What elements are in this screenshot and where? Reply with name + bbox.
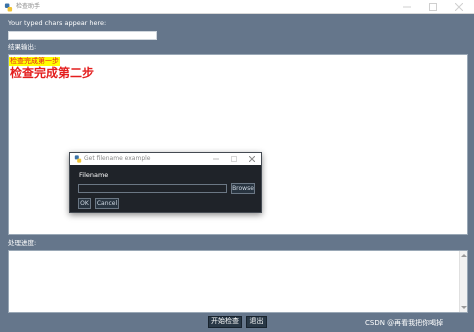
- dialog-minimize-button[interactable]: [207, 153, 225, 165]
- python-icon: [4, 3, 13, 12]
- typed-chars-label: Your typed chars appear here:: [8, 19, 107, 27]
- window-title: 检查助手: [16, 3, 41, 10]
- dialog-close-button[interactable]: [243, 153, 261, 165]
- typed-chars-input[interactable]: [8, 31, 157, 40]
- dialog-title: Get filename example: [84, 155, 151, 162]
- scroll-up-icon[interactable]: [461, 254, 467, 257]
- maximize-button[interactable]: [420, 0, 446, 14]
- filename-input[interactable]: [78, 184, 227, 193]
- dialog-maximize-button[interactable]: [225, 153, 243, 165]
- python-icon: [74, 155, 82, 163]
- output-line-large: 检查完成第二步: [10, 66, 95, 80]
- exit-button[interactable]: 退出: [246, 316, 267, 328]
- minimize-button[interactable]: [394, 0, 420, 14]
- close-icon: [249, 156, 255, 162]
- start-check-button[interactable]: 开始检查: [208, 316, 242, 328]
- filename-label: Filename: [79, 171, 109, 179]
- minimize-icon: [213, 158, 219, 160]
- browse-button[interactable]: Browse: [231, 183, 255, 194]
- csdn-watermark: CSDN @再看我把你喝掉: [365, 319, 444, 327]
- maximize-icon: [429, 3, 437, 11]
- scroll-down-icon[interactable]: [461, 306, 467, 309]
- get-filename-dialog: Get filename example Filename Browse OK …: [69, 152, 262, 213]
- result-output-label: 结果输出:: [8, 43, 37, 51]
- close-icon: [455, 3, 463, 11]
- cancel-button[interactable]: Cancel: [95, 198, 119, 209]
- progress-output-area[interactable]: [8, 250, 468, 313]
- dialog-titlebar[interactable]: Get filename example: [70, 153, 261, 165]
- window-titlebar[interactable]: 检查助手: [0, 0, 474, 14]
- output-line-highlighted: 检查完成第一步: [9, 57, 60, 66]
- maximize-icon: [231, 156, 237, 162]
- close-button[interactable]: [446, 0, 472, 14]
- vertical-scrollbar[interactable]: [459, 251, 467, 312]
- minimize-icon: [403, 6, 411, 8]
- ok-button[interactable]: OK: [78, 198, 91, 209]
- progress-label: 处理进度:: [8, 239, 37, 247]
